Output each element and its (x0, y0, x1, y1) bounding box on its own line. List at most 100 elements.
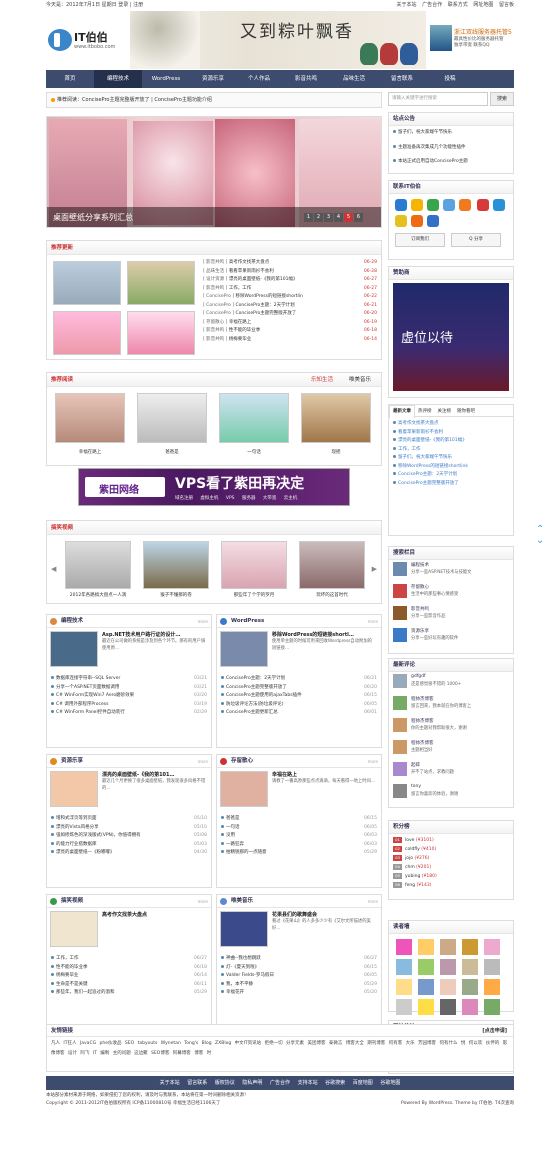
list-title[interactable]: 看着苹果新雨衫不会利 (398, 430, 443, 435)
register-link[interactable]: 注册 (133, 2, 143, 8)
list-title[interactable]: 杨梅要毕业 (229, 337, 252, 342)
reading-thumb[interactable] (301, 393, 371, 443)
featured-title[interactable]: 移除WordPress的短链接shortl… (272, 631, 354, 638)
comment-item[interactable]: 起碎 开不了站点，求教问题 (389, 760, 513, 782)
slider-page[interactable]: 2 (314, 213, 323, 222)
list-item[interactable]: 杨梅要毕业 06/14 (51, 972, 207, 981)
list-title[interactable]: ConcisePro主题使用的ajaxTabs插件 (226, 693, 302, 698)
featured-thumb[interactable] (50, 771, 98, 807)
list-item[interactable]: [ 影音共鸣 ] 性不能的毕业季 06-18 (203, 327, 377, 336)
list-item[interactable]: [ ConcisePro ] ConcisePro主题完整版开放了 06-20 (203, 310, 377, 319)
list-title[interactable]: 生命是不是关键 (56, 982, 88, 987)
more-link[interactable]: more (368, 755, 378, 768)
list-title[interactable]: 一路狂奔 (226, 842, 244, 847)
comment-text[interactable]: 还是感觉很不错的 1000+ (411, 681, 461, 687)
sponsor-ad[interactable]: 虚位以待 (393, 283, 509, 391)
category-item[interactable]: 编程技术 分享一些ASP.NET技术与技能文 (389, 560, 513, 582)
next-arrow-icon[interactable]: ▶ (372, 565, 377, 573)
reading-caption[interactable]: 幸福在路上 (55, 449, 125, 455)
list-item[interactable]: [ 品味生活 ] 看看苹果新雨衫不会利 06-28 (203, 268, 377, 277)
list-title[interactable]: 拍精锐那的一点随意 (226, 850, 267, 855)
slider-page[interactable]: 3 (324, 213, 333, 222)
top-link-sitemap[interactable]: 网址地图 (473, 2, 493, 8)
comment-author[interactable]: gdfgdf (411, 674, 426, 679)
vps-ad-banner[interactable]: 紫田网络 VPS看了紫田再决定 域名注册 虚拟主机 VPS 服务器 大带宽 云主… (78, 468, 350, 506)
funny-caption[interactable]: 猴子不懂那的卷 (139, 592, 213, 598)
reading-thumb[interactable] (219, 393, 289, 443)
reader-avatar[interactable] (440, 959, 456, 975)
weibo-icon[interactable] (492, 199, 505, 211)
list-title[interactable]: ConcisePro主题完整版开放了 (226, 685, 287, 690)
list-item[interactable]: ConcisePro主题完整版开放了 06/20 (221, 684, 377, 693)
list-title[interactable]: 强如修炼色的深浅版式(VPN)，你值得拥有 (56, 833, 141, 838)
mail-icon[interactable] (476, 199, 489, 211)
login-link[interactable]: 登录 (118, 2, 128, 8)
list-item[interactable]: 生命是不是关键 06/11 (51, 981, 207, 990)
featured-post[interactable]: Asp.NET技术用户路行证的设计… 最近在公司做的系统是涉及到各个环节。那有的用… (47, 628, 211, 672)
list-title[interactable]: 灯-《夏天到啦》 (226, 965, 259, 970)
reader-avatar[interactable] (484, 979, 500, 995)
list-item[interactable]: 移除WordPress的短链接shortlink (393, 463, 509, 472)
column-title-text[interactable]: 编程技术 (61, 618, 83, 624)
column-title-text[interactable]: 搞笑视频 (61, 898, 83, 904)
funny-thumb[interactable] (65, 541, 131, 589)
featured-thumb[interactable] (50, 911, 98, 947)
top-link-ads[interactable]: 广告合作 (422, 2, 442, 8)
score-user[interactable]: love (405, 838, 416, 843)
more-link[interactable]: more (368, 615, 378, 628)
list-title[interactable]: Valder Fields-罗马假日 (226, 973, 274, 978)
taobao-icon[interactable] (411, 215, 423, 227)
list-title[interactable]: 我，本不平静 (226, 982, 253, 987)
reader-avatar[interactable] (462, 999, 478, 1015)
list-title[interactable]: 性不能的毕业季 (56, 965, 88, 970)
list-title[interactable]: 幸福花开 (226, 990, 244, 995)
score-user[interactable]: feng (405, 883, 417, 888)
list-title[interactable]: 工作，工作 (229, 286, 252, 291)
list-title[interactable]: ConcisePro主题完整版开放了 (398, 481, 459, 486)
reader-avatar[interactable] (440, 939, 456, 955)
reader-avatar[interactable] (484, 999, 500, 1015)
list-title[interactable]: 高考作文找茶大盘点 (398, 421, 439, 426)
recommend-thumb[interactable] (53, 311, 121, 355)
comment-author[interactable]: 起碎 (411, 762, 420, 768)
recommend-thumb[interactable] (127, 311, 195, 355)
reader-avatar[interactable] (418, 979, 434, 995)
comment-text[interactable]: 留言你喜欢的体验，谢谢 (411, 791, 458, 797)
column-title-text[interactable]: WordPress (231, 618, 264, 624)
list-item[interactable]: 一句话 06/05 (221, 824, 377, 833)
comment-item[interactable]: 程帅杰博客 主题相当好 (389, 738, 513, 760)
category-item[interactable]: 影音共鸣 分享一些影音作品 (389, 604, 513, 626)
list-title[interactable]: 移除WordPress的短链接shortlink (398, 464, 468, 469)
comment-text[interactable]: 你的主题对我帮助很大，谢谢 (411, 725, 467, 731)
featured-post[interactable]: 花果县们的歌舞盛会 看过《花果山》的人多多少少有《艾尔文所描述的美好… (217, 908, 381, 952)
reader-avatar[interactable] (396, 999, 412, 1015)
top-link-about[interactable]: 关于本站 (397, 2, 417, 8)
featured-post[interactable]: 幸福在路上 请教了一番高原那些点点滴滴，每天看得一地上时间… (217, 768, 381, 812)
list-item[interactable]: 没用 06/03 (221, 832, 377, 841)
reader-icon[interactable] (427, 215, 439, 227)
column-title-text[interactable]: 唯美音乐 (231, 898, 253, 904)
reader-avatar[interactable] (396, 959, 412, 975)
featured-thumb[interactable] (220, 911, 268, 947)
announce-item[interactable]: 留子们，祝大家端午节快乐 (393, 129, 509, 138)
site-logo[interactable]: IT伯伯 www.itbobo.com (48, 25, 128, 55)
score-row[interactable]: 01 love (¥3101) (389, 836, 513, 845)
list-title[interactable]: 分享一个ASP.NET页面数据调用 (56, 685, 119, 690)
more-link[interactable]: more (198, 615, 208, 628)
list-item[interactable]: C# WinForm Panel控件自动装行 02/29 (51, 709, 207, 718)
comment-text[interactable]: 留言回来，我本就在你的博客上 (411, 703, 471, 709)
list-category[interactable]: [ 影音共鸣 ] (203, 260, 229, 265)
featured-title[interactable]: 高考作文找茶大盘点 (102, 911, 147, 918)
nav-media[interactable]: 影音共鸣 (282, 70, 330, 88)
featured-post[interactable]: 移除WordPress的短链接shortl… 使用单主题的时候可用来回收Wordp… (217, 628, 381, 672)
list-title[interactable]: 的能力行业搭数据库 (56, 842, 97, 847)
comment-item[interactable]: 程帅杰博客 留言回来，我本就在你的博客上 (389, 694, 513, 716)
footer-link[interactable]: 广告合作 (270, 1080, 298, 1086)
score-row[interactable]: 02 coldfly (¥410) (389, 845, 513, 854)
list-item[interactable]: 防垃圾评论方法(防垃圾评论) 06/05 (221, 701, 377, 710)
list-item[interactable]: C# WinForm实现Win7 Aero磨砂效果 03/20 (51, 692, 207, 701)
slider-page-active[interactable]: 5 (344, 213, 353, 222)
list-title[interactable]: C# 调用外部程序Process (56, 702, 108, 707)
tab-latest[interactable]: 最新文章 (389, 405, 415, 418)
recommend-thumb[interactable] (127, 261, 195, 305)
